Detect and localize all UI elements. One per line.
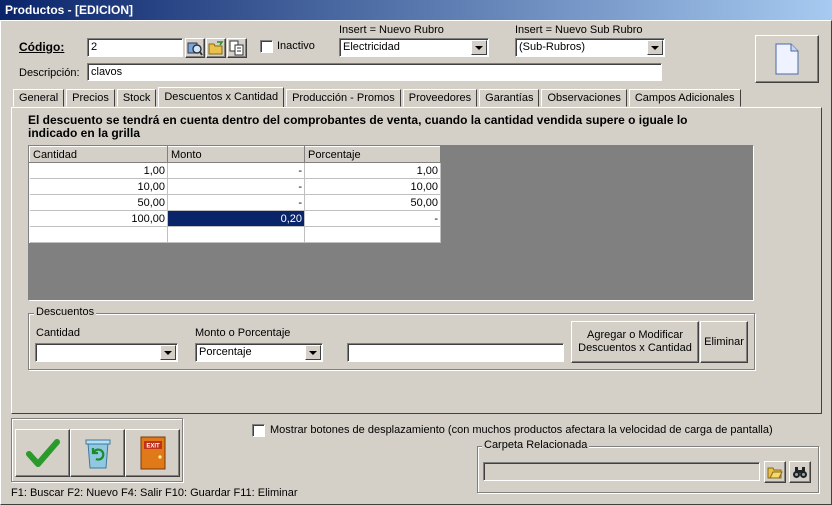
table-cell[interactable]: - bbox=[167, 162, 305, 179]
table-cell[interactable]: 1,00 bbox=[29, 162, 168, 179]
exit-label: EXIT bbox=[146, 444, 160, 450]
tab-observaciones[interactable]: Observaciones bbox=[541, 89, 627, 107]
tab-campos-adicionales[interactable]: Campos Adicionales bbox=[628, 89, 741, 107]
table-cell[interactable] bbox=[304, 226, 441, 243]
exit-door-icon: EXIT bbox=[140, 436, 165, 470]
column-header[interactable]: Cantidad bbox=[29, 146, 168, 163]
search-icon bbox=[187, 42, 203, 56]
column-header[interactable]: Porcentaje bbox=[304, 146, 441, 163]
tab-general[interactable]: General bbox=[13, 89, 65, 107]
tab-produccion[interactable]: Producción - Promos bbox=[286, 89, 401, 107]
subrubro-hint-label: Insert = Nuevo Sub Rubro bbox=[515, 24, 643, 36]
codigo-input[interactable]: 2 bbox=[87, 38, 183, 57]
copy-button[interactable] bbox=[227, 38, 247, 58]
monto-label: Monto o Porcentaje bbox=[195, 327, 291, 339]
open-button[interactable] bbox=[206, 38, 226, 58]
find-folder-button[interactable] bbox=[789, 461, 811, 483]
mostrar-checkbox[interactable] bbox=[252, 424, 265, 437]
table-row[interactable]: 10,00 - 10,00 bbox=[29, 178, 441, 195]
table-cell[interactable]: 10,00 bbox=[304, 178, 441, 195]
table-cell[interactable]: 100,00 bbox=[29, 210, 168, 227]
table-row[interactable] bbox=[29, 226, 441, 243]
table-cell[interactable] bbox=[29, 226, 168, 243]
inactivo-checkbox[interactable] bbox=[260, 40, 273, 53]
folder-open-icon bbox=[767, 467, 783, 479]
chevron-down-icon[interactable] bbox=[647, 40, 663, 55]
rubro-select[interactable]: Electricidad bbox=[339, 38, 489, 57]
subrubro-value: (Sub-Rubros) bbox=[519, 41, 586, 53]
descripcion-input[interactable]: clavos bbox=[87, 63, 662, 81]
document-icon bbox=[775, 43, 799, 75]
table-cell[interactable]: 1,00 bbox=[304, 162, 441, 179]
rubro-hint-label: Insert = Nuevo Rubro bbox=[339, 24, 444, 36]
tab-proveedores[interactable]: Proveedores bbox=[402, 89, 478, 107]
codigo-label: Código: bbox=[19, 40, 65, 54]
tab-garantias[interactable]: Garantías bbox=[479, 89, 540, 107]
descripcion-label: Descripción: bbox=[19, 67, 80, 79]
tab-stock[interactable]: Stock bbox=[116, 89, 157, 107]
copy-icon bbox=[229, 40, 244, 56]
binoculars-icon bbox=[793, 467, 807, 478]
table-row[interactable]: 1,00 - 1,00 bbox=[29, 162, 441, 179]
table-row[interactable]: 50,00 - 50,00 bbox=[29, 194, 441, 211]
shortcuts-text: F1: Buscar F2: Nuevo F4: Salir F10: Guar… bbox=[11, 487, 298, 499]
table-cell[interactable]: 50,00 bbox=[304, 194, 441, 211]
monto-value: Porcentaje bbox=[199, 346, 252, 358]
info-text: El descuento se tendrá en cuenta dentro … bbox=[28, 113, 688, 140]
recycle-bin-icon bbox=[85, 439, 110, 469]
folder-open-icon bbox=[208, 41, 224, 55]
carpeta-group-label: Carpeta Relacionada bbox=[482, 439, 590, 451]
chevron-down-icon[interactable] bbox=[160, 345, 176, 360]
inactivo-label: Inactivo bbox=[277, 40, 315, 52]
table-cell-selected[interactable]: 0,20 bbox=[167, 210, 305, 227]
rubro-value: Electricidad bbox=[343, 41, 400, 53]
mostrar-label: Mostrar botones de desplazamiento (con m… bbox=[270, 424, 773, 436]
carpeta-input[interactable] bbox=[483, 462, 760, 481]
table-cell[interactable]: - bbox=[167, 178, 305, 195]
tab-descuentos[interactable]: Descuentos x Cantidad bbox=[158, 87, 285, 107]
discount-grid[interactable]: Cantidad Monto Porcentaje 1,00 - 1,00 10… bbox=[28, 145, 754, 301]
checkmark-icon bbox=[25, 439, 60, 467]
table-cell[interactable]: - bbox=[304, 210, 441, 227]
exit-button[interactable]: EXIT bbox=[125, 429, 180, 477]
table-cell[interactable] bbox=[167, 226, 305, 243]
cantidad-label: Cantidad bbox=[36, 327, 81, 339]
window-title: Productos - [EDICION] bbox=[0, 0, 832, 20]
monto-select[interactable]: Porcentaje bbox=[195, 343, 323, 362]
cantidad-select[interactable] bbox=[35, 343, 178, 362]
table-cell[interactable]: - bbox=[167, 194, 305, 211]
column-header[interactable]: Monto bbox=[167, 146, 305, 163]
search-button[interactable] bbox=[185, 38, 205, 58]
new-document-button[interactable] bbox=[755, 35, 819, 83]
delete-button[interactable] bbox=[70, 429, 125, 477]
eliminar-button[interactable]: Eliminar bbox=[700, 321, 748, 363]
browse-folder-button[interactable] bbox=[764, 461, 786, 483]
chevron-down-icon[interactable] bbox=[471, 40, 487, 55]
tab-precios[interactable]: Precios bbox=[66, 89, 115, 107]
table-row[interactable]: 100,00 0,20 - bbox=[29, 210, 441, 227]
agregar-modificar-button[interactable]: Agregar o Modificar Descuentos x Cantida… bbox=[571, 321, 699, 363]
chevron-down-icon[interactable] bbox=[305, 345, 321, 360]
save-button[interactable] bbox=[15, 429, 70, 477]
table-cell[interactable]: 50,00 bbox=[29, 194, 168, 211]
tab-strip: General Precios Stock Descuentos x Canti… bbox=[13, 87, 743, 107]
subrubro-select[interactable]: (Sub-Rubros) bbox=[515, 38, 665, 57]
valor-input[interactable] bbox=[347, 343, 564, 362]
table-cell[interactable]: 10,00 bbox=[29, 178, 168, 195]
descuentos-group-label: Descuentos bbox=[34, 306, 97, 318]
